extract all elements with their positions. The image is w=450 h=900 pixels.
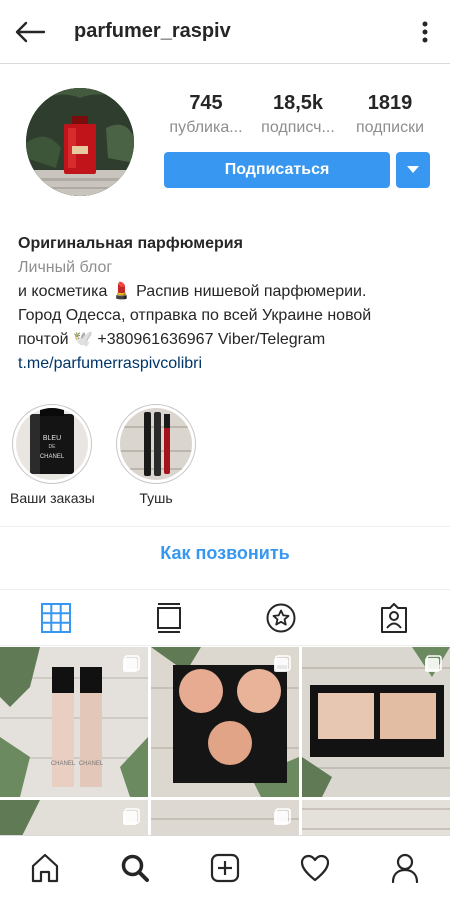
options-button[interactable] xyxy=(410,16,440,48)
post-thumbnail[interactable] xyxy=(151,647,299,797)
stat-followers-label: подписч... xyxy=(261,119,335,136)
post-thumbnail[interactable] xyxy=(302,800,450,835)
add-post-icon xyxy=(210,853,240,883)
highlight-mascara[interactable]: Тушь xyxy=(114,404,198,506)
highlight-cover-mascara xyxy=(120,408,192,480)
tab-grid[interactable] xyxy=(0,590,113,645)
subscribe-button[interactable]: Подписаться xyxy=(164,152,390,188)
carousel-icon xyxy=(274,655,291,672)
search-icon xyxy=(121,854,149,882)
tagged-person-icon xyxy=(380,602,407,633)
heart-icon xyxy=(300,854,330,882)
contact-call-button[interactable]: Как позвонить xyxy=(0,543,450,564)
nav-home[interactable] xyxy=(0,836,90,900)
stat-posts-label: публика... xyxy=(169,119,243,136)
post-thumbnail[interactable]: CHANEL CHANEL xyxy=(0,647,148,797)
svg-text:BLEU: BLEU xyxy=(43,435,61,442)
stat-following-value: 1819 xyxy=(367,92,413,114)
stat-posts-value: 745 xyxy=(189,92,223,114)
highlight-label: Ваши заказы xyxy=(10,490,95,506)
profile-icon xyxy=(391,853,419,883)
divider xyxy=(0,526,450,527)
profile-bio: Оригинальная парфюмерия Личный блог и ко… xyxy=(18,232,438,376)
kebab-menu-icon xyxy=(422,21,428,43)
carousel-icon xyxy=(274,808,291,825)
feed-icon xyxy=(156,602,181,633)
svg-text:CHANEL: CHANEL xyxy=(79,761,104,767)
back-button[interactable] xyxy=(12,14,48,50)
profile-tabs xyxy=(0,590,450,646)
nav-search[interactable] xyxy=(90,836,180,900)
bio-website-link[interactable]: t.me/parfumerraspivcolibri xyxy=(18,352,438,376)
nav-activity[interactable] xyxy=(270,836,360,900)
svg-text:DE: DE xyxy=(49,444,57,450)
profile-username: parfumer_raspiv xyxy=(74,20,231,42)
profile-stats: 745 публика... 18,5k подписч... 1819 под… xyxy=(160,90,436,140)
post-thumbnail[interactable] xyxy=(0,800,148,835)
tab-igtv-badge[interactable] xyxy=(225,590,338,645)
tab-tagged[interactable] xyxy=(338,590,450,645)
carousel-icon xyxy=(425,655,442,672)
star-badge-icon xyxy=(266,603,296,632)
carousel-icon xyxy=(123,808,140,825)
caret-down-icon xyxy=(407,166,419,173)
stat-followers-value: 18,5k xyxy=(272,92,324,114)
stat-posts[interactable]: 745 публика... xyxy=(160,90,252,140)
svg-text:CHANEL: CHANEL xyxy=(40,454,65,460)
bio-text-line: Город Одесса, отправка по всей Украине н… xyxy=(18,307,372,324)
tab-feed[interactable] xyxy=(113,590,226,645)
stat-following[interactable]: 1819 подписки xyxy=(344,90,436,140)
suggestions-dropdown-button[interactable] xyxy=(396,152,430,188)
profile-avatar[interactable] xyxy=(26,88,134,196)
grid-icon xyxy=(41,602,72,633)
post-thumbnail[interactable] xyxy=(302,647,450,797)
post-thumbnail[interactable] xyxy=(151,800,299,835)
bio-category: Личный блог xyxy=(18,259,113,276)
bio-text-line: почтой 🕊️ +380961636967 Viber/Telegram xyxy=(18,331,326,348)
home-icon xyxy=(31,853,59,883)
arrow-left-icon xyxy=(15,21,46,43)
stat-following-label: подписки xyxy=(355,119,425,136)
bio-full-name: Оригинальная парфюмерия xyxy=(18,235,243,252)
highlight-label: Тушь xyxy=(139,490,173,506)
highlight-ring: BLEU DE CHANEL xyxy=(12,404,92,484)
highlight-cover-orders: BLEU DE CHANEL xyxy=(16,408,88,480)
bottom-navigation xyxy=(0,835,450,900)
nav-new-post[interactable] xyxy=(180,836,270,900)
bio-text-line: и косметика 💄 Распив нишевой парфюмерии. xyxy=(18,283,367,300)
stat-followers[interactable]: 18,5k подписч... xyxy=(252,90,344,140)
nav-profile[interactable] xyxy=(360,836,450,900)
top-bar: parfumer_raspiv xyxy=(0,0,450,64)
posts-grid: CHANEL CHANEL xyxy=(0,647,450,835)
svg-text:CHANEL: CHANEL xyxy=(51,761,76,767)
highlight-ring xyxy=(116,404,196,484)
carousel-icon xyxy=(123,655,140,672)
highlight-orders[interactable]: BLEU DE CHANEL Ваши заказы xyxy=(10,404,95,506)
